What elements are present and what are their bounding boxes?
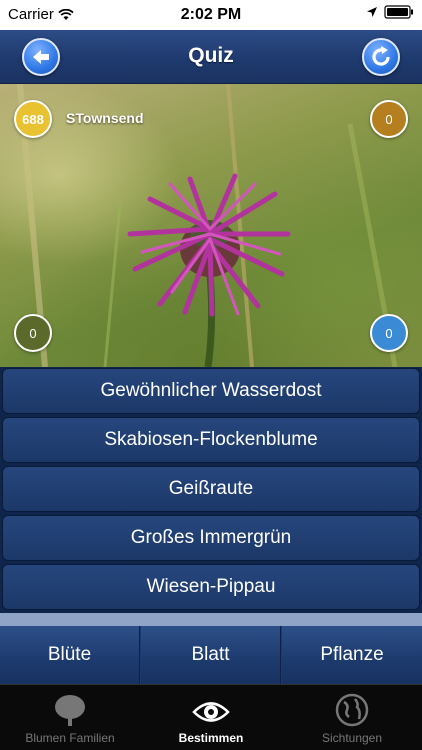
tab-label: Blumen Familien	[25, 731, 115, 745]
score-badge-bottom-right: 0	[370, 314, 408, 352]
tab-sichtungen[interactable]: Sichtungen	[282, 689, 422, 749]
answer-option-3[interactable]: Geißraute	[2, 466, 420, 512]
flower-photo: 688 STownsend 0 0 0	[0, 84, 422, 367]
tab-label: Sichtungen	[321, 731, 383, 745]
segment-bluete[interactable]: Blüte	[0, 626, 140, 684]
status-bar: Carrier 2:02 PM	[0, 0, 422, 30]
tree-icon	[55, 695, 85, 726]
score-badge-bottom-left: 0	[14, 314, 52, 352]
status-indicators	[366, 5, 414, 19]
segmented-control: Blüte Blatt Pflanze	[0, 626, 422, 684]
flower-image	[17, 84, 398, 367]
answer-option-4[interactable]: Großes Immergrün	[2, 515, 420, 561]
location-arrow-icon	[367, 7, 377, 17]
battery-icon	[384, 5, 413, 19]
page-title: Quiz	[188, 44, 234, 67]
divider	[0, 613, 422, 626]
answer-option-5[interactable]: Wiesen-Pippau	[2, 564, 420, 610]
refresh-button[interactable]	[362, 38, 400, 76]
answer-option-2[interactable]: Skabiosen-Flockenblume	[2, 417, 420, 463]
segment-blatt[interactable]: Blatt	[141, 626, 281, 684]
score-badge-top-right: 0	[370, 100, 408, 138]
segment-pflanze[interactable]: Pflanze	[282, 626, 422, 684]
refresh-icon	[372, 46, 390, 66]
answer-option-1[interactable]: Gewöhnlicher Wasserdost	[2, 368, 420, 414]
tab-blumen-familien[interactable]: Blumen Familien	[0, 689, 140, 749]
tab-label: Bestimmen	[178, 731, 244, 745]
username-label: STownsend	[66, 110, 144, 126]
clock: 2:02 PM	[180, 6, 242, 23]
tab-bestimmen[interactable]: Bestimmen	[141, 689, 281, 749]
globe-icon	[335, 693, 369, 727]
answer-list: Gewöhnlicher Wasserdost Skabiosen-Flocke…	[0, 367, 422, 613]
tab-bar: Blumen Familien Bestimmen Sichtungen	[0, 684, 422, 750]
user-score-badge: 688	[14, 100, 52, 138]
navigation-bar: Quiz	[0, 30, 422, 84]
eye-icon	[192, 702, 230, 722]
